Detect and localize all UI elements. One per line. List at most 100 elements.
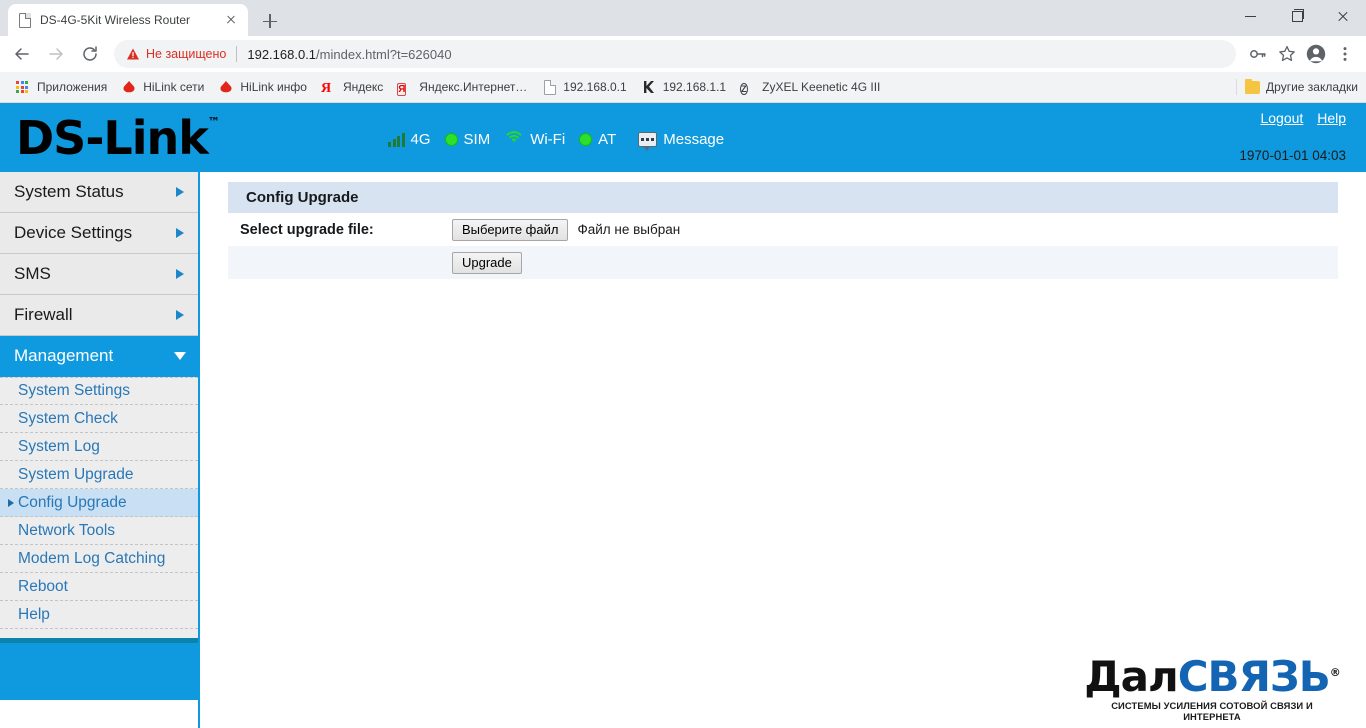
chevron-right-icon xyxy=(176,187,184,197)
star-icon[interactable] xyxy=(1274,41,1300,67)
security-status-text: Не защищено xyxy=(146,47,227,61)
bookmark-192-168-0-1[interactable]: 192.168.0.1 xyxy=(534,75,633,99)
close-icon[interactable] xyxy=(1320,0,1366,32)
router-page: DS-Link™ 4G SIM Wi-Fi AT Message Logout … xyxy=(0,103,1366,728)
bookmark-yandex-internetometr[interactable]: Я Яндекс.Интернетоме xyxy=(390,75,534,99)
logo-text: DS-Link xyxy=(16,111,209,165)
sidebar-item-sms[interactable]: SMS xyxy=(0,254,198,295)
bookmark-label: HiLink инфо xyxy=(240,80,307,94)
header-links: Logout Help xyxy=(1250,110,1346,126)
wifi-icon xyxy=(504,129,524,149)
sidebar-item-label: System Settings xyxy=(18,382,130,399)
sidebar-item-label: SMS xyxy=(14,264,51,283)
status-label: Message xyxy=(663,130,725,148)
sidebar-item-label: Reboot xyxy=(18,577,68,595)
file-status-text: Файл не выбран xyxy=(577,222,681,237)
message-icon xyxy=(638,131,658,151)
panel-title: Config Upgrade xyxy=(228,182,1338,213)
sidebar-item-device-settings[interactable]: Device Settings xyxy=(0,213,198,254)
chevron-right-icon xyxy=(176,228,184,238)
status-sim: SIM xyxy=(444,130,491,148)
page-icon xyxy=(16,12,32,28)
profile-icon[interactable] xyxy=(1303,41,1329,67)
bookmark-label: 192.168.1.1 xyxy=(662,80,727,94)
omnibox-divider xyxy=(236,46,238,62)
status-dot-icon xyxy=(579,132,593,146)
status-wifi: Wi-Fi xyxy=(504,129,565,149)
sidebar-item-system-log[interactable]: System Log xyxy=(0,433,198,461)
sidebar-item-system-check[interactable]: System Check xyxy=(0,405,198,433)
sidebar-item-firewall[interactable]: Firewall xyxy=(0,295,198,336)
bookmark-label: 192.168.0.1 xyxy=(563,80,627,94)
sidebar-item-label: Device Settings xyxy=(14,223,133,242)
corporate-tagline: СИСТЕМЫ УСИЛЕНИЯ СОТОВОЙ СВЯЗИ И ИНТЕРНЕ… xyxy=(1111,700,1313,722)
help-link[interactable]: Help xyxy=(1317,110,1346,126)
main-content: Config Upgrade Select upgrade file: Выбе… xyxy=(200,172,1366,728)
bookmark-hilink-info[interactable]: HiLink инфо xyxy=(211,75,314,99)
url-text: 192.168.0.1/mindex.html?t=626040 xyxy=(247,47,451,62)
reload-icon[interactable] xyxy=(76,40,104,68)
chevron-down-icon xyxy=(174,352,186,360)
folder-icon xyxy=(1245,78,1261,94)
tab-strip: DS-4G-5Kit Wireless Router xyxy=(0,0,1366,36)
upgrade-button[interactable]: Upgrade xyxy=(452,251,522,274)
bookmark-label: Яндекс xyxy=(342,80,384,94)
sidebar-item-network-tools[interactable]: Network Tools xyxy=(0,517,198,545)
sidebar-item-label: System Status xyxy=(14,182,124,201)
status-label: Wi-Fi xyxy=(530,130,566,148)
status-message[interactable]: Message xyxy=(638,130,725,151)
registered-mark: ® xyxy=(1329,666,1341,679)
back-arrow-icon[interactable] xyxy=(8,40,36,68)
router-header: DS-Link™ 4G SIM Wi-Fi AT Message Logout … xyxy=(0,103,1366,172)
sidebar-navigation: System Status Device Settings SMS Firewa… xyxy=(0,172,200,728)
logout-link[interactable]: Logout xyxy=(1260,110,1303,126)
key-icon[interactable] xyxy=(1245,41,1271,67)
chevron-right-icon xyxy=(176,310,184,320)
sidebar-item-system-upgrade[interactable]: System Upgrade xyxy=(0,461,198,489)
status-label: SIM xyxy=(463,130,491,148)
corp-logo-part1: Дал xyxy=(1084,652,1179,701)
sidebar-item-help[interactable]: Help xyxy=(0,601,198,629)
bookmarks-divider xyxy=(1236,79,1238,95)
sidebar-item-system-settings[interactable]: System Settings xyxy=(0,377,198,405)
status-label: 4G xyxy=(410,130,431,148)
bookmark-192-168-1-1[interactable]: 192.168.1.1 xyxy=(634,75,733,99)
sidebar-item-modem-log-catching[interactable]: Modem Log Catching xyxy=(0,545,198,573)
url-path: /mindex.html?t=626040 xyxy=(316,46,452,62)
sidebar-item-label: Firewall xyxy=(14,305,73,324)
sidebar-item-config-upgrade[interactable]: Config Upgrade xyxy=(0,489,198,517)
menu-kebab-icon[interactable] xyxy=(1332,41,1358,67)
sidebar-item-system-status[interactable]: System Status xyxy=(0,172,198,213)
sidebar-filler xyxy=(0,629,198,638)
huawei-icon xyxy=(218,79,234,95)
corporate-logo-text: ДалСВЯЗЬ® xyxy=(1084,651,1341,701)
bookmarks-bar: Приложения HiLink сети HiLink инфо Я Янд… xyxy=(0,72,1366,103)
bookmark-label: HiLink сети xyxy=(143,80,205,94)
select-file-row: Select upgrade file: Выберите файл Файл … xyxy=(228,213,1338,246)
browser-tab[interactable]: DS-4G-5Kit Wireless Router xyxy=(8,4,248,36)
bookmark-label: Приложения xyxy=(37,80,108,94)
toolbar-right-icons xyxy=(1242,41,1358,67)
choose-file-button[interactable]: Выберите файл xyxy=(452,218,569,241)
bookmark-zyxel-keenetic[interactable]: Z ZyXEL Keenetic 4G III xyxy=(733,75,887,99)
file-input[interactable]: Выберите файл Файл не выбран xyxy=(452,218,681,241)
status-dot-icon xyxy=(444,132,458,146)
bookmark-yandex[interactable]: Я Яндекс xyxy=(314,75,390,99)
select-file-label: Select upgrade file: xyxy=(240,221,374,238)
maximize-icon[interactable] xyxy=(1274,0,1320,32)
bookmark-apps[interactable]: Приложения xyxy=(8,75,114,99)
sidebar-item-reboot[interactable]: Reboot xyxy=(0,573,198,601)
huawei-icon xyxy=(121,79,137,95)
bookmark-hilink-seti[interactable]: HiLink сети xyxy=(114,75,211,99)
browser-toolbar: Не защищено 192.168.0.1/mindex.html?t=62… xyxy=(0,36,1366,72)
sidebar-item-management[interactable]: Management xyxy=(0,336,198,377)
tab-title: DS-4G-5Kit Wireless Router xyxy=(40,13,191,27)
close-icon[interactable] xyxy=(222,11,240,29)
window-controls xyxy=(1228,0,1366,32)
forward-arrow-icon[interactable] xyxy=(42,40,70,68)
other-bookmarks[interactable]: Другие закладки xyxy=(1236,78,1358,95)
sidebar-item-label: Config Upgrade xyxy=(18,493,127,511)
new-tab-button[interactable] xyxy=(256,7,284,35)
address-bar[interactable]: Не защищено 192.168.0.1/mindex.html?t=62… xyxy=(114,40,1236,68)
minimize-icon[interactable] xyxy=(1228,0,1274,32)
